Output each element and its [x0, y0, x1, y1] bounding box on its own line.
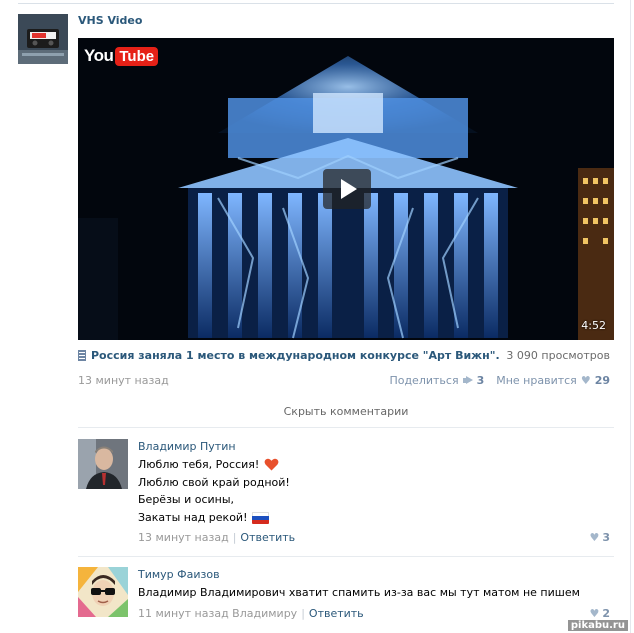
comment-like-button[interactable]: ♥ 3 [589, 531, 610, 544]
comment-meta: 11 минут назад Владимиру | Ответить [138, 607, 364, 620]
comment-avatar[interactable] [78, 567, 128, 617]
hide-comments-link[interactable]: Скрыть комментарии [78, 405, 614, 418]
comment-line: Люблю свой край родной! [138, 476, 290, 489]
meta-separator: | [232, 531, 237, 544]
comment-line: Берёзы и осины, [138, 493, 235, 506]
megaphone-icon [462, 376, 473, 385]
post-author-name[interactable]: VHS Video [78, 14, 142, 27]
page-border [630, 0, 631, 633]
vhs-cassette-icon [18, 14, 68, 64]
video-player[interactable]: You Tube 4:52 [78, 38, 614, 340]
comment-like-count: 2 [602, 607, 610, 620]
comment-divider [78, 556, 614, 557]
share-label: Поделиться [389, 374, 459, 387]
comment-text: Владимир Владимирович хватит спамить из-… [138, 586, 580, 599]
play-icon [341, 179, 357, 199]
comment-line: Закаты над рекой! [138, 511, 270, 524]
comment-meta: 13 минут назад | Ответить [138, 531, 295, 544]
reply-link[interactable]: Ответить [240, 531, 295, 544]
video-title-link[interactable]: Россия заняла 1 место в международном ко… [78, 349, 500, 362]
post-author-avatar[interactable] [18, 14, 68, 64]
comment-like-count: 3 [602, 531, 610, 544]
top-divider [18, 3, 614, 4]
comment-line: Люблю тебя, Россия! [138, 458, 279, 471]
post-actions: Поделиться 3 Мне нравится ♥ 29 [389, 374, 610, 387]
comment-like-button[interactable]: ♥ 2 [589, 607, 610, 620]
like-button[interactable]: Мне нравится ♥ 29 [496, 374, 610, 387]
comments-divider [78, 427, 614, 428]
red-heart-emoji-icon [264, 458, 279, 471]
share-count: 3 [476, 374, 485, 387]
video-duration: 4:52 [581, 319, 606, 332]
share-button[interactable]: Поделиться 3 [389, 374, 484, 387]
like-count: 29 [594, 374, 610, 387]
comment-timestamp[interactable]: 11 минут назад Владимиру [138, 607, 297, 620]
avatar [78, 439, 128, 489]
video-views: 3 090 просмотров [506, 349, 610, 362]
heart-icon: ♥ [580, 374, 591, 387]
heart-icon: ♥ [589, 531, 600, 544]
reply-link[interactable]: Ответить [309, 607, 364, 620]
play-button[interactable] [323, 169, 371, 209]
heart-icon: ♥ [589, 607, 600, 620]
comment-timestamp[interactable]: 13 минут назад [138, 531, 229, 544]
russia-flag-emoji-icon [252, 511, 270, 524]
like-label: Мне нравится [496, 374, 577, 387]
video-title: Россия заняла 1 место в международном ко… [91, 349, 500, 362]
meta-separator: | [301, 607, 305, 620]
comment-author[interactable]: Тимур Фаизов [138, 568, 220, 581]
youtube-logo: You Tube [84, 46, 159, 66]
post-timestamp[interactable]: 13 минут назад [78, 374, 169, 387]
watermark: pikabu.ru [567, 620, 628, 631]
film-icon [78, 350, 86, 361]
avatar [78, 567, 128, 617]
comment-author[interactable]: Владимир Путин [138, 440, 236, 453]
comment-avatar[interactable] [78, 439, 128, 489]
